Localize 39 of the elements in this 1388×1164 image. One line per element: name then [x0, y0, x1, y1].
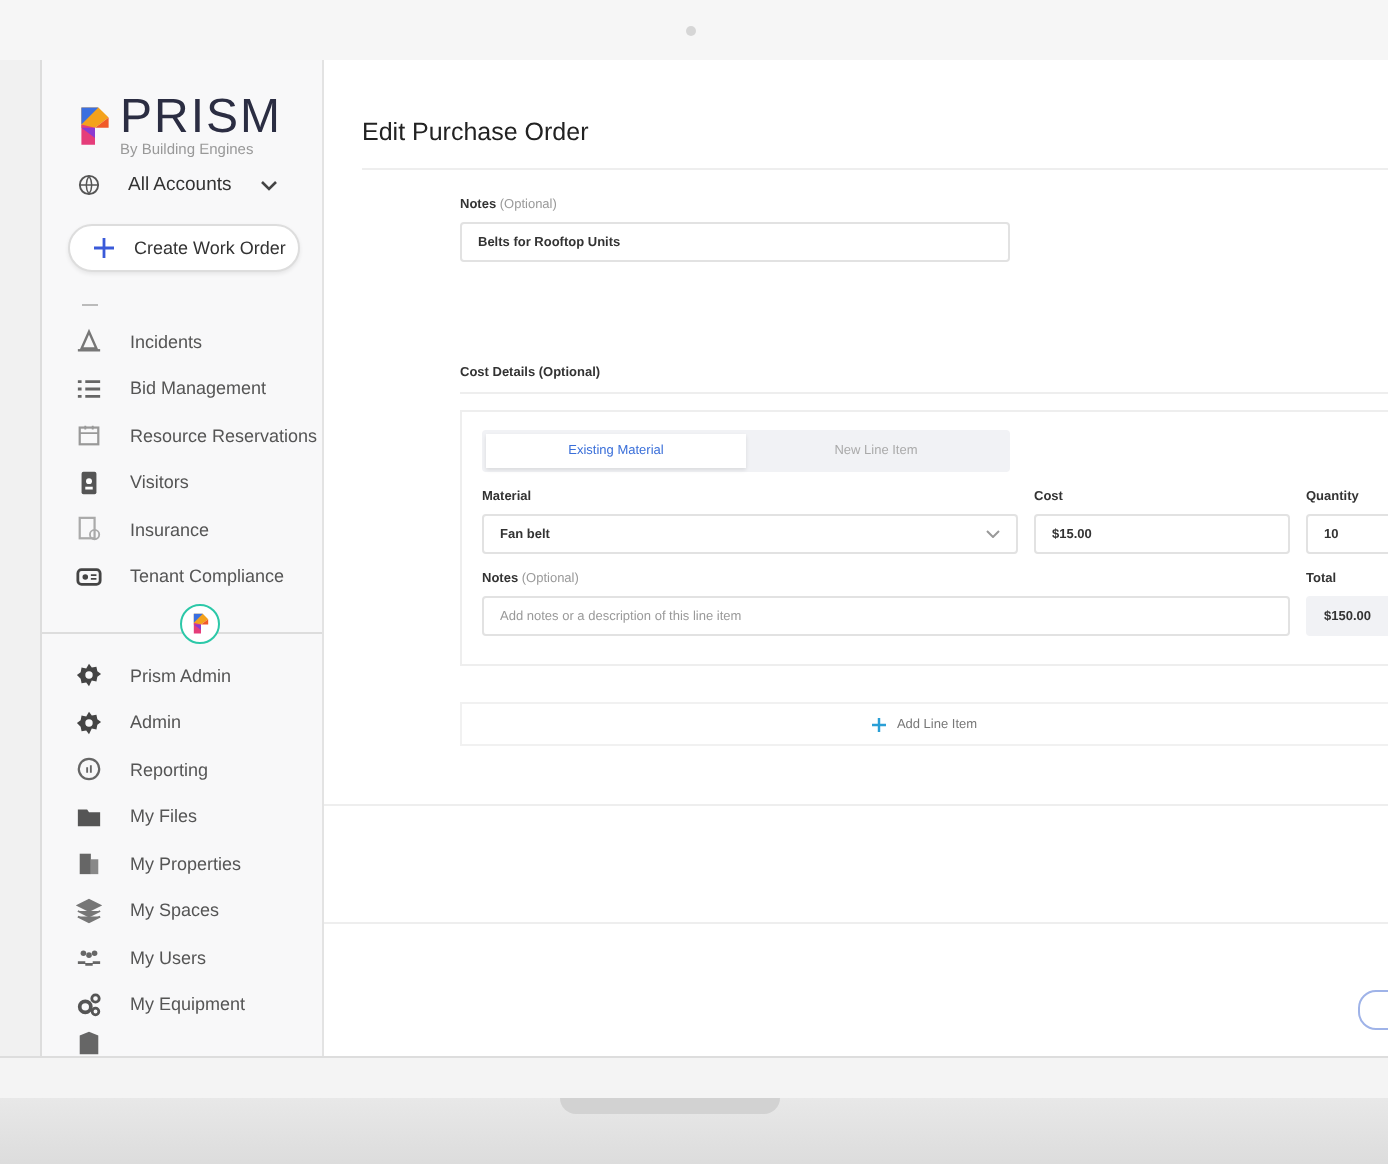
chevron-down-icon [259, 179, 278, 191]
prism-logo-icon [78, 104, 112, 150]
nav-item[interactable]: My Spaces [42, 887, 322, 934]
nav-item[interactable]: Tenant Compliance [42, 553, 322, 600]
logo-badge[interactable] [180, 604, 220, 644]
chart-circle-icon [76, 756, 102, 783]
nav-item[interactable]: Resource Reservations [42, 412, 322, 459]
calendar-icon [76, 422, 102, 449]
nav-item[interactable]: Admin [42, 699, 322, 746]
layers-icon [76, 897, 102, 924]
document-icon [76, 516, 102, 543]
id-card-icon [76, 563, 102, 590]
create-work-order-button[interactable]: Create Work Order [68, 224, 300, 272]
buildings-icon [76, 850, 102, 877]
cone-icon [76, 328, 102, 355]
gears-icon [76, 991, 102, 1018]
gear-icon [76, 662, 102, 689]
chevron-down-icon [986, 530, 1000, 538]
camera-dot [686, 25, 696, 35]
nav-item[interactable]: My Properties [42, 840, 322, 887]
nav-item[interactable]: Visitors [42, 459, 322, 506]
nav-item[interactable]: Prism Admin [42, 652, 322, 699]
prism-logo-icon [191, 612, 209, 636]
nav-item[interactable]: Bid Management [42, 365, 322, 412]
gear-icon [76, 709, 102, 736]
page-title: Edit Purchase Order [360, 116, 591, 150]
nav-item[interactable]: My Equipment [42, 981, 322, 1028]
nav-item[interactable]: My Files [42, 793, 322, 840]
plus-icon [94, 238, 114, 258]
globe-icon [78, 174, 100, 196]
nav-item[interactable]: My Users [42, 934, 322, 981]
nav-item[interactable]: Incidents [42, 318, 322, 365]
list-icon [76, 375, 102, 402]
brand-name: PRISM [120, 96, 283, 140]
plus-icon [872, 717, 887, 731]
nav-item[interactable]: Insurance [42, 506, 322, 553]
badge-icon [76, 469, 102, 496]
account-selector[interactable]: All Accounts [128, 174, 232, 196]
nav-item[interactable]: Reporting [42, 746, 322, 793]
